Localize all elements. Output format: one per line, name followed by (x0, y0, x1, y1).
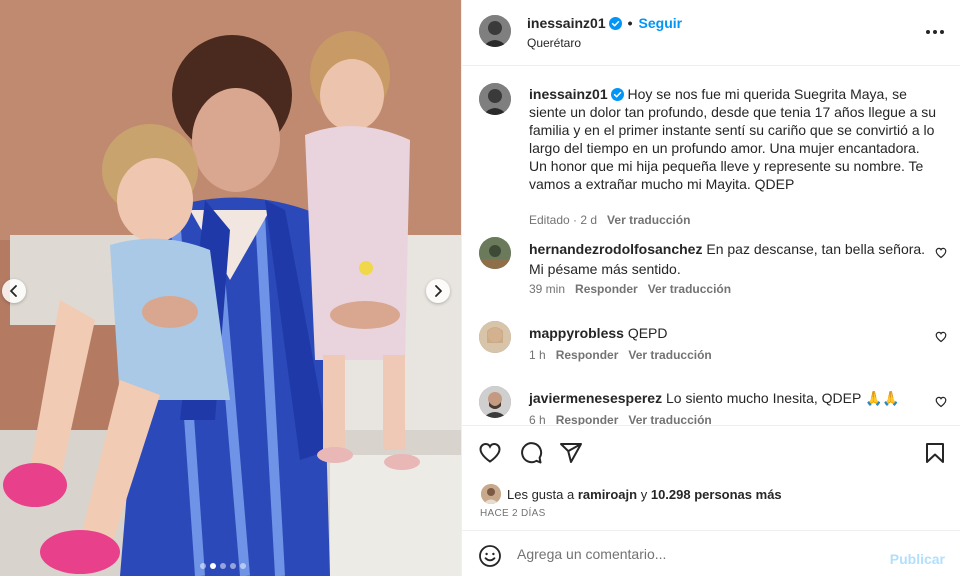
caption-see-translation[interactable]: Ver traducción (607, 213, 690, 227)
comment-input[interactable] (517, 542, 877, 566)
likes-connector: y (640, 486, 648, 502)
caption-author-avatar[interactable] (479, 83, 511, 115)
reply-button[interactable]: Responder (556, 413, 619, 425)
comment-meta: 39 min Responder Ver traducción (529, 282, 731, 296)
caption-edited: Editado · 2 d (529, 213, 598, 227)
comment-meta: 6 h Responder Ver traducción (529, 413, 712, 425)
likes-prefix: Les gusta a (507, 486, 575, 502)
post-side-panel: inessainz01 • Seguir Querétaro inessainz01… (461, 0, 960, 576)
comment-body: mappyrobless QEPD (529, 323, 929, 343)
family-photo-image (0, 0, 461, 576)
carousel-dot (230, 563, 236, 569)
post-actions: Les gusta a ramiroajn y 10.298 personas … (462, 425, 960, 530)
carousel-prev-button[interactable] (2, 279, 26, 303)
liker-avatar (481, 484, 501, 504)
comment-meta: 1 h Responder Ver traducción (529, 348, 712, 362)
verified-badge-icon (610, 88, 624, 101)
emoji-icon[interactable] (478, 544, 502, 568)
share-send-icon[interactable] (559, 441, 583, 465)
commenter-avatar[interactable] (479, 237, 511, 269)
likes-others-count[interactable]: 10.298 personas más (651, 487, 782, 502)
add-comment-bar: Publicar (462, 530, 960, 576)
comment-item: mappyrobless QEPD 1 h Responder Ver traduc… (462, 321, 960, 381)
comment-time[interactable]: 6 h (529, 413, 546, 425)
post-location[interactable]: Querétaro (527, 36, 581, 50)
caption-body: inessainz01 Hoy se nos fue mi querida Su… (529, 85, 939, 193)
follow-button[interactable]: Seguir (639, 15, 683, 31)
likes-summary[interactable]: Les gusta a ramiroajn y 10.298 personas … (481, 484, 782, 504)
carousel-dot (200, 563, 206, 569)
comments-section[interactable]: inessainz01 Hoy se nos fue mi querida Su… (462, 67, 960, 425)
author-avatar[interactable] (479, 15, 511, 47)
comment-username[interactable]: javiermenesesperez (529, 390, 662, 406)
carousel-indicator (200, 563, 246, 569)
comment-time[interactable]: 39 min (529, 282, 565, 296)
comment-item: hernandezrodolfosanchez En paz descanse,… (462, 237, 960, 297)
see-translation-button[interactable]: Ver traducción (628, 348, 711, 362)
carousel-dot (220, 563, 226, 569)
more-options-icon[interactable] (923, 22, 947, 42)
author-line: inessainz01 • Seguir (527, 15, 682, 31)
verified-badge-icon (608, 17, 622, 30)
post-date[interactable]: HACE 2 DÍAS (480, 508, 546, 519)
liker-username[interactable]: ramiroajn (578, 487, 637, 502)
like-heart-icon[interactable] (478, 441, 502, 465)
header-separator: • (627, 15, 633, 31)
comment-time[interactable]: 1 h (529, 348, 546, 362)
save-bookmark-icon[interactable] (923, 441, 947, 465)
like-comment-heart-icon[interactable] (935, 396, 947, 408)
comment-bubble-icon[interactable] (519, 441, 543, 465)
publish-comment-button[interactable]: Publicar (890, 551, 945, 567)
author-username[interactable]: inessainz01 (527, 15, 606, 31)
comment-body: hernandezrodolfosanchez En paz descanse,… (529, 239, 929, 279)
comment-item: javiermenesesperez Lo siento mucho Inesi… (462, 386, 960, 425)
post-header: inessainz01 • Seguir Querétaro (462, 0, 960, 66)
reply-button[interactable]: Responder (575, 282, 638, 296)
chevron-left-icon (10, 285, 17, 297)
comment-username[interactable]: mappyrobless (529, 325, 624, 341)
carousel-dot (240, 563, 246, 569)
post-photo[interactable] (0, 0, 461, 576)
comment-text: QEPD (627, 325, 668, 341)
carousel-next-button[interactable] (426, 279, 450, 303)
caption-meta: Editado · 2 d Ver traducción (529, 213, 690, 227)
caption-username[interactable]: inessainz01 (529, 86, 608, 102)
reply-button[interactable]: Responder (556, 348, 619, 362)
commenter-avatar[interactable] (479, 321, 511, 353)
like-comment-heart-icon[interactable] (935, 331, 947, 343)
carousel-dot (210, 563, 216, 569)
like-comment-heart-icon[interactable] (935, 247, 947, 259)
see-translation-button[interactable]: Ver traducción (648, 282, 731, 296)
comment-body: javiermenesesperez Lo siento mucho Inesi… (529, 388, 929, 408)
commenter-avatar[interactable] (479, 386, 511, 418)
comment-username[interactable]: hernandezrodolfosanchez (529, 241, 702, 257)
comment-text: Lo siento mucho Inesita, QDEP 🙏🙏 (665, 390, 900, 406)
chevron-right-icon (435, 285, 442, 297)
see-translation-button[interactable]: Ver traducción (628, 413, 711, 425)
